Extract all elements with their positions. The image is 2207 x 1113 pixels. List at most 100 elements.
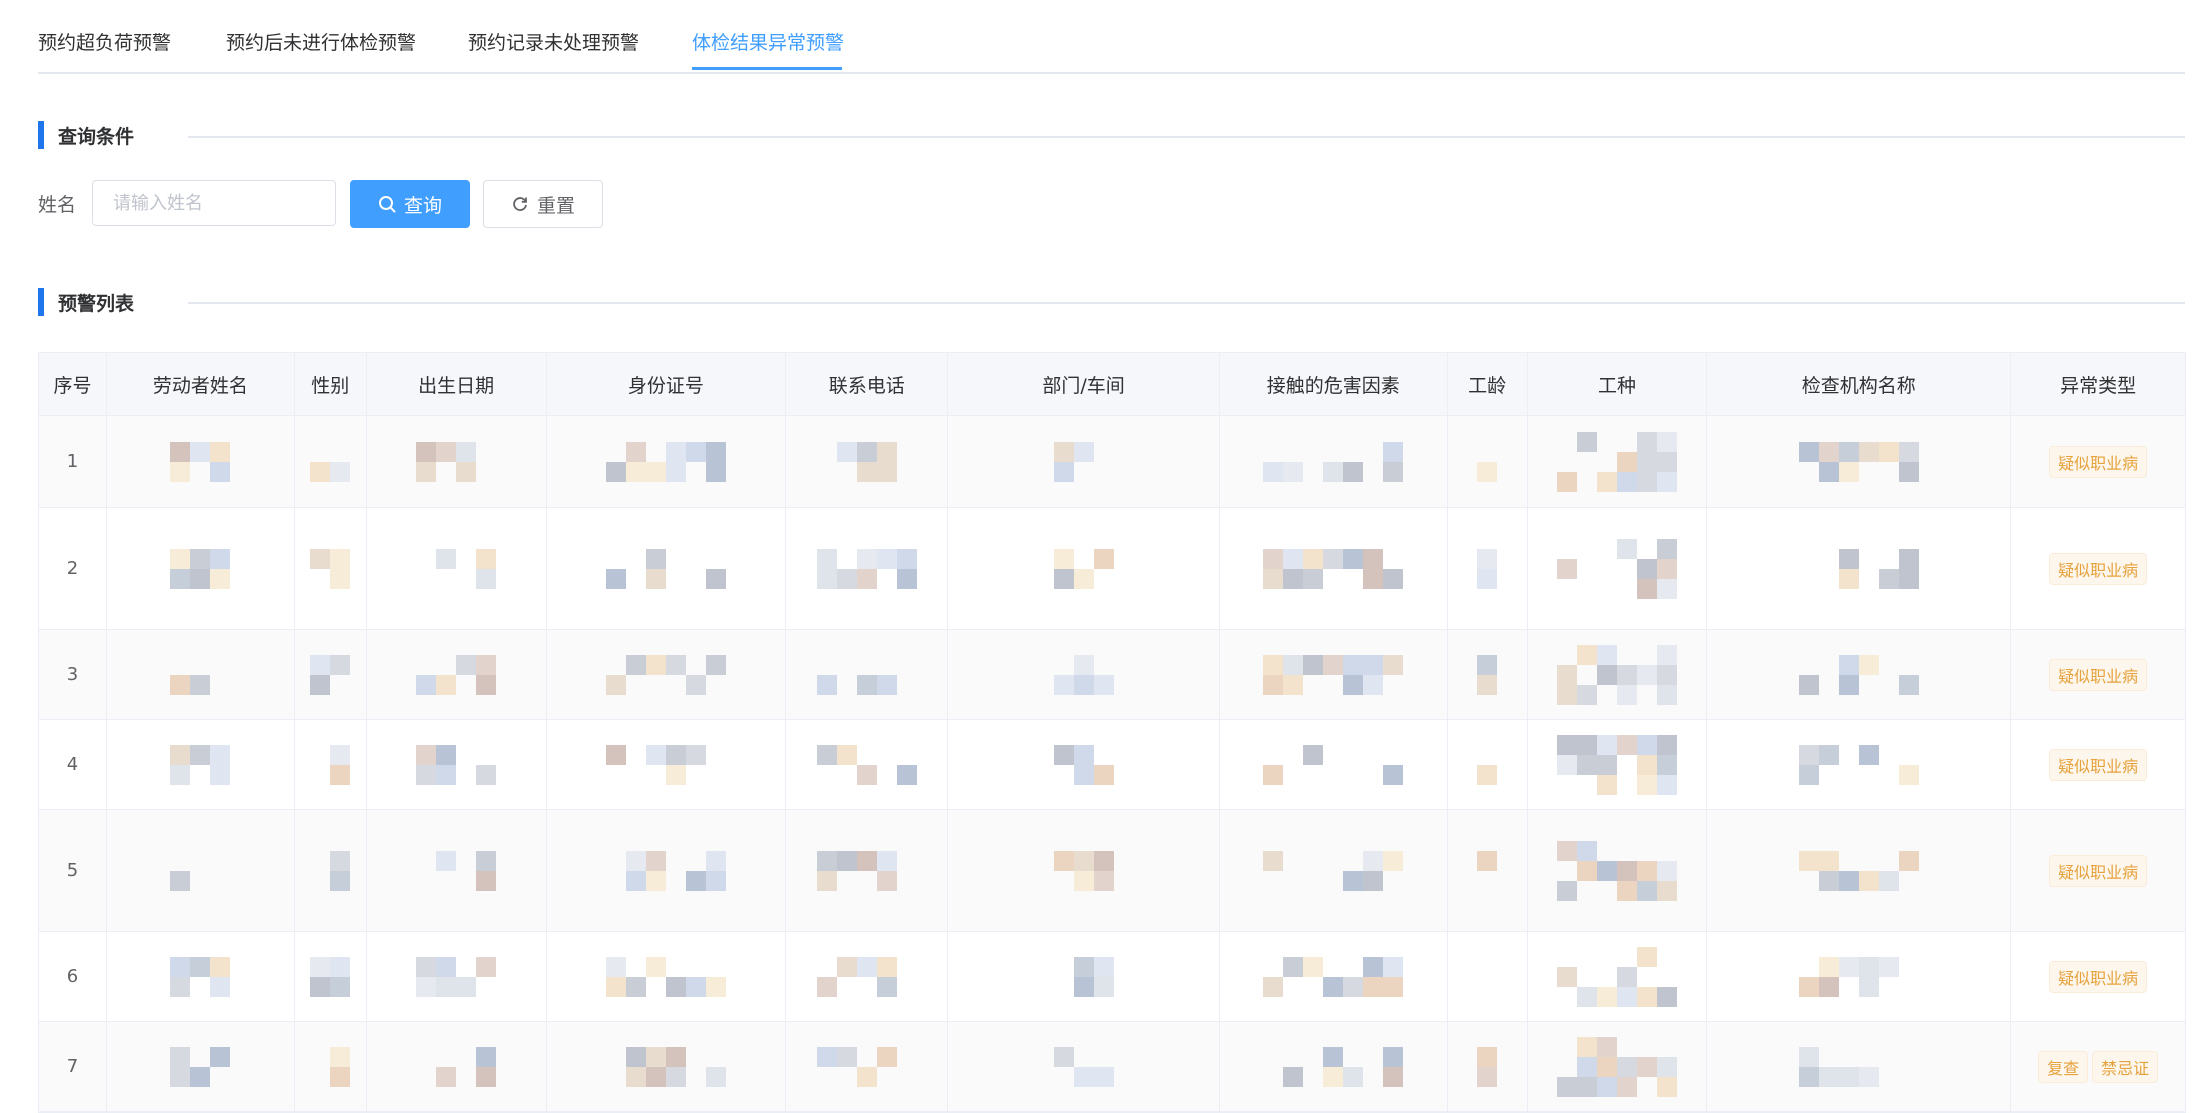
table-row[interactable]: 1 疑似职业病 [39, 416, 2185, 508]
redacted-content [416, 956, 497, 997]
redacted-content [1477, 745, 1498, 785]
col-index-cell: 4 [39, 720, 107, 809]
abnormal-type-tag: 复查 [2038, 1050, 2089, 1083]
redacted-content [1557, 538, 1678, 599]
redacted-content [310, 548, 351, 589]
col-id-number-cell [547, 630, 787, 719]
tab-overload-warning[interactable]: 预约超负荷预警 [38, 28, 171, 55]
redacted-content [816, 850, 917, 891]
col-institution-cell [1707, 720, 2012, 809]
redacted-content [1054, 956, 1114, 997]
col-worker-name-cell [107, 932, 295, 1021]
redacted-content [310, 850, 351, 891]
col-hazard-factors-header: 接触的危害因素 [1220, 353, 1448, 415]
reset-button[interactable]: 重置 [483, 180, 603, 228]
redacted-content [416, 654, 497, 695]
tab-no-exam-warning[interactable]: 预约后未进行体检预警 [226, 28, 416, 55]
redacted-content [170, 441, 231, 482]
col-hazard-factors-cell [1220, 416, 1448, 507]
redacted-content [416, 548, 497, 589]
col-phone-cell [786, 416, 949, 507]
redacted-content [1477, 957, 1497, 997]
redacted-content [1557, 644, 1678, 705]
redacted-content [1477, 442, 1498, 482]
reset-button-label: 重置 [536, 194, 575, 217]
col-worker-name-cell [107, 630, 295, 719]
abnormal-type-tag: 禁忌证 [2092, 1050, 2159, 1083]
col-id-number-cell [547, 416, 787, 507]
tab-abnormal-result-warning[interactable]: 体检结果异常预警 [692, 28, 844, 55]
redacted-content [170, 548, 231, 589]
col-hazard-factors-cell [1220, 630, 1448, 719]
col-phone-cell [786, 630, 949, 719]
redacted-content [1053, 441, 1114, 482]
redacted-content [310, 744, 351, 785]
table-body: 1 疑似职业病 2 疑似职业病 3 疑似职业病 4 疑似职业病 5 疑似职业病 6 疑似职业病 7 复查禁… [39, 416, 2185, 1112]
tab-unprocessed-warning[interactable]: 预约记录未处理预警 [468, 28, 639, 55]
col-phone-cell [786, 720, 949, 809]
redacted-content [170, 1046, 231, 1087]
redacted-content [310, 442, 351, 482]
col-phone-cell [786, 1022, 949, 1111]
table-row[interactable]: 6 疑似职业病 [39, 932, 2185, 1022]
col-birth-date-cell [367, 720, 547, 809]
table-row[interactable]: 7 复查 禁忌证 [39, 1022, 2185, 1112]
redacted-content [310, 956, 351, 997]
table-row[interactable]: 2 疑似职业病 [39, 508, 2185, 630]
col-worker-name-cell [107, 720, 295, 809]
col-phone-header: 联系电话 [786, 353, 949, 415]
col-id-number-cell [547, 508, 787, 629]
col-job-type-cell [1528, 416, 1708, 507]
redacted-content [816, 655, 917, 695]
redacted-content [1557, 431, 1678, 492]
abnormal-type-tag: 疑似职业病 [2049, 854, 2148, 887]
col-abnormal-type-cell: 疑似职业病 [2011, 932, 2185, 1021]
col-phone-cell [786, 508, 949, 629]
col-seniority-cell [1448, 508, 1528, 629]
col-birth-date-cell [367, 508, 547, 629]
col-index-cell: 1 [39, 416, 107, 507]
search-button[interactable]: 查询 [350, 180, 470, 228]
table-row[interactable]: 5 疑似职业病 [39, 810, 2185, 932]
redacted-content [416, 744, 497, 785]
redacted-content [1263, 744, 1404, 785]
col-index-cell: 6 [39, 932, 107, 1021]
col-job-type-cell [1528, 720, 1708, 809]
col-index-header: 序号 [39, 353, 107, 415]
section-bar [38, 121, 44, 149]
redacted-content [605, 654, 726, 695]
col-birth-date-cell [367, 630, 547, 719]
redacted-content [606, 850, 726, 891]
col-abnormal-type-cell: 疑似职业病 [2011, 720, 2185, 809]
redacted-content [817, 441, 917, 482]
redacted-content [1263, 441, 1404, 482]
section-divider [188, 136, 2185, 138]
name-input[interactable] [92, 180, 336, 226]
redacted-content [1053, 744, 1114, 785]
redacted-content [170, 956, 231, 997]
col-hazard-factors-cell [1220, 810, 1448, 931]
col-worker-name-cell [107, 810, 295, 931]
section-bar [38, 288, 44, 316]
col-birth-date-header: 出生日期 [367, 353, 547, 415]
table-row[interactable]: 4 疑似职业病 [39, 720, 2185, 810]
col-institution-cell [1707, 508, 2012, 629]
redacted-content [606, 1046, 726, 1087]
col-abnormal-type-cell: 疑似职业病 [2011, 416, 2185, 507]
col-gender-cell [295, 508, 367, 629]
col-institution-cell [1707, 810, 2012, 931]
col-birth-date-cell [367, 416, 547, 507]
redacted-content [1053, 654, 1114, 695]
tab-bar: 预约超负荷预警 预约后未进行体检预警 预约记录未处理预警 体检结果异常预警 [38, 0, 2185, 74]
redacted-content [816, 956, 917, 997]
col-job-type-cell [1528, 630, 1708, 719]
col-department-cell [948, 630, 1220, 719]
redacted-content [816, 1046, 917, 1087]
redacted-content [605, 956, 726, 997]
col-gender-cell [295, 1022, 367, 1111]
redacted-content [1263, 548, 1404, 589]
col-id-number-cell [547, 810, 787, 931]
col-abnormal-type-header: 异常类型 [2060, 374, 2137, 397]
redacted-content [1798, 956, 1919, 997]
table-row[interactable]: 3 疑似职业病 [39, 630, 2185, 720]
